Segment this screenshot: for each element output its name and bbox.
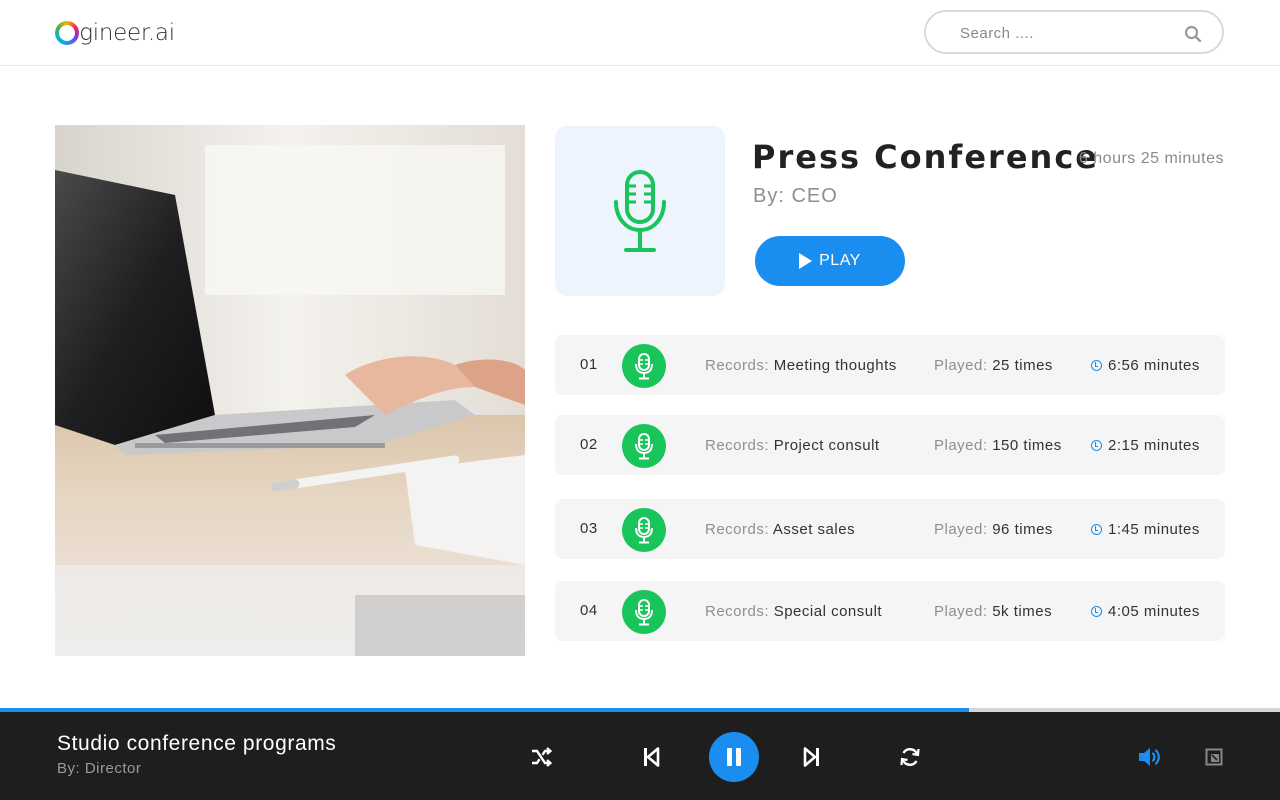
search-icon[interactable] [1184,25,1202,43]
track-played: Played: 25 times [934,357,1053,374]
laptop-photo [55,125,525,656]
next-button[interactable] [797,743,825,771]
logo-ring-icon [55,21,79,45]
track-played: Played: 5k times [934,603,1052,620]
pause-icon [727,748,741,766]
record-value: Meeting thoughts [773,357,897,374]
record-value: Special consult [773,603,883,620]
album-byline: By: CEO [753,185,838,207]
previous-button[interactable] [638,743,666,771]
clock-icon [1091,524,1102,535]
track-mic-button[interactable] [622,508,666,552]
shuffle-button[interactable] [527,743,555,771]
microphone-icon [635,599,653,626]
album-title: Press Conference [752,138,1099,176]
track-mic-button[interactable] [622,344,666,388]
played-label: Played: [934,357,988,374]
track-number: 04 [580,602,598,619]
played-value: 25 times [992,357,1053,374]
play-button-label: PLAY [819,252,861,269]
track-record: Records: Project consult [705,437,880,454]
track-record: Records: Meeting thoughts [705,357,897,374]
microphone-icon [635,517,653,544]
player-bar: Studio conference programs By: Director [0,712,1280,800]
records-label: Records: [705,521,770,538]
track-time: 2:15 minutes [1091,437,1200,454]
time-value: 2:15 minutes [1108,437,1200,454]
search-input[interactable] [960,22,1180,44]
time-value: 6:56 minutes [1108,357,1200,374]
repeat-button[interactable] [896,743,924,771]
clock-icon [1091,360,1102,371]
volume-button[interactable] [1136,743,1164,771]
track-time: 4:05 minutes [1091,603,1200,620]
previous-icon [644,747,660,767]
track-number: 02 [580,436,598,453]
records-label: Records: [705,357,770,374]
played-label: Played: [934,521,988,538]
clock-icon [1091,606,1102,617]
search-box [924,10,1224,54]
engineer-ai-logo[interactable]: ngineer.ai [55,17,175,49]
track-time: 6:56 minutes [1091,357,1200,374]
track-record: Records: Special consult [705,603,882,620]
time-value: 4:05 minutes [1108,603,1200,620]
expand-button[interactable] [1202,745,1226,769]
expand-icon [1205,748,1223,766]
volume-icon [1139,748,1160,766]
logo-text: ngineer.ai [65,20,175,46]
record-value: Asset sales [772,521,856,538]
play-icon [799,253,813,269]
played-value: 150 times [992,437,1062,454]
track-played: Played: 150 times [934,437,1062,454]
track-row[interactable]: 04 Records: Special consult Played: 5k t… [555,581,1225,641]
track-mic-button[interactable] [622,424,666,468]
play-button[interactable]: PLAY [755,236,905,286]
microphone-icon [635,433,653,460]
track-row[interactable]: 03 Records: Asset sales Played: 96 times… [555,499,1225,559]
played-label: Played: [934,603,988,620]
track-mic-button[interactable] [622,590,666,634]
track-time: 1:45 minutes [1091,521,1200,538]
now-playing-byline: By: Director [57,760,142,777]
pause-button[interactable] [709,732,759,782]
played-value: 96 times [992,521,1053,538]
laptop-illustration [55,125,525,656]
records-label: Records: [705,603,770,620]
top-header: ngineer.ai [0,0,1280,66]
album-duration: 6 hours 25 minutes [1078,150,1224,167]
track-record: Records: Asset sales [705,521,855,538]
shuffle-icon [532,747,553,767]
microphone-icon [614,170,666,252]
album-art [555,126,725,296]
played-label: Played: [934,437,988,454]
record-value: Project consult [773,437,880,454]
now-playing-title: Studio conference programs [57,732,337,755]
track-row[interactable]: 01 Records: Meeting thoughts Played: 25 … [555,335,1225,395]
next-icon [803,747,819,767]
track-played: Played: 96 times [934,521,1053,538]
track-row[interactable]: 02 Records: Project consult Played: 150 … [555,415,1225,475]
time-value: 1:45 minutes [1108,521,1200,538]
records-label: Records: [705,437,770,454]
repeat-icon [900,748,920,766]
track-number: 01 [580,356,598,373]
clock-icon [1091,440,1102,451]
microphone-icon [635,353,653,380]
played-value: 5k times [992,603,1053,620]
track-number: 03 [580,520,598,537]
